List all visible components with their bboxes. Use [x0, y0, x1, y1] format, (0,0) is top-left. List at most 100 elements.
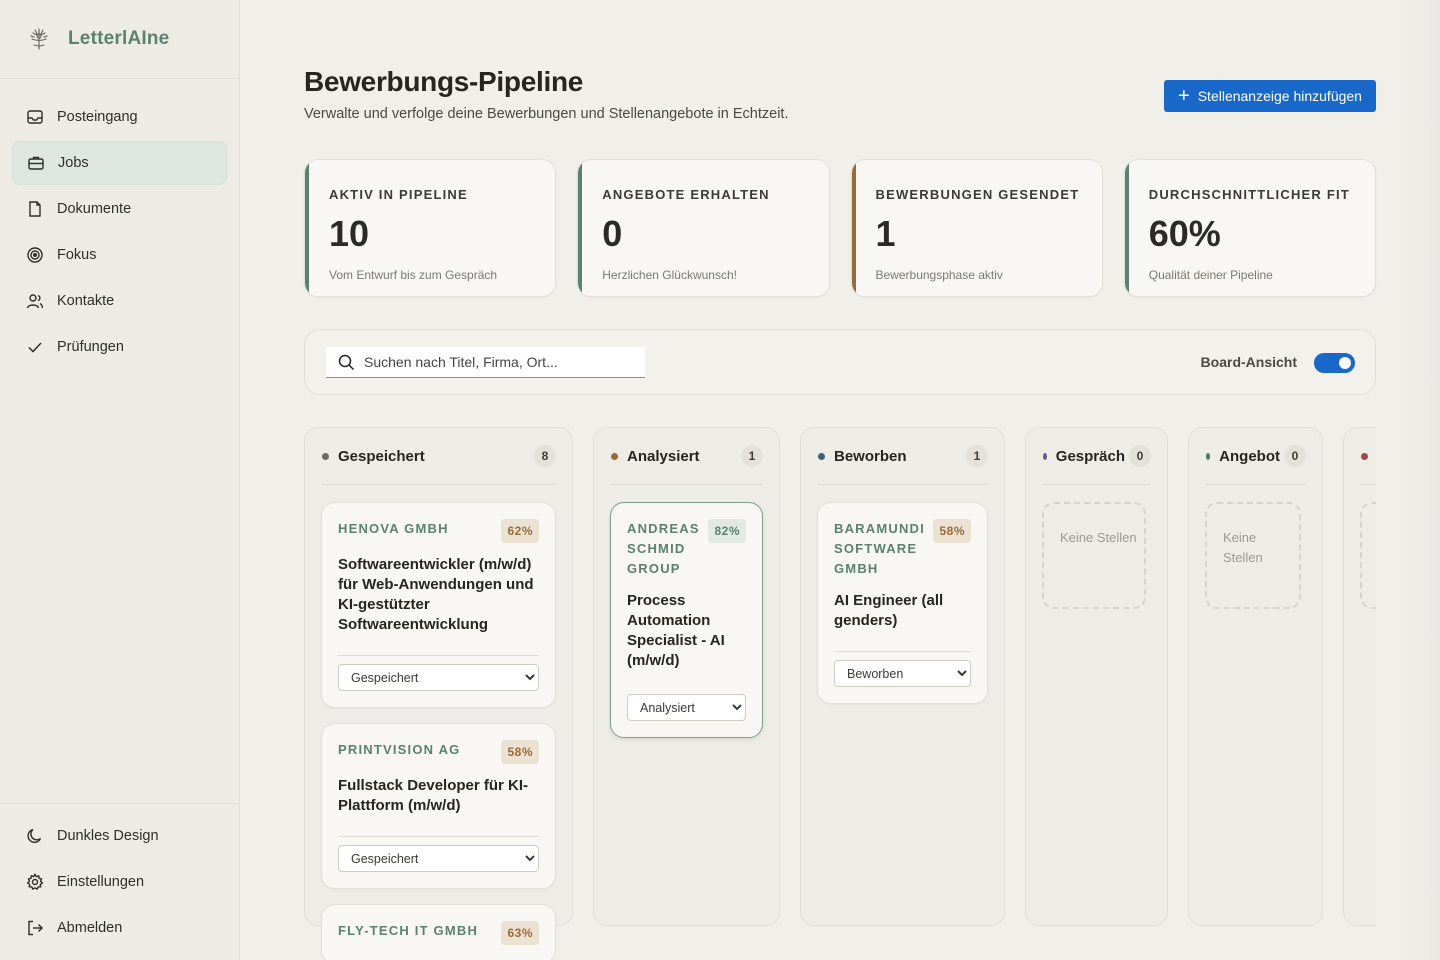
- job-title: Softwareentwickler (m/w/d) für Web-Anwen…: [338, 556, 534, 633]
- stat-card-fit: DURCHSCHNITTLICHER FIT 60% Qualität dein…: [1123, 159, 1376, 297]
- sidebar-item-posteingang[interactable]: Posteingang: [12, 95, 227, 139]
- sidebar-item-fokus[interactable]: Fokus: [12, 233, 227, 277]
- stat-card-active: AKTIV IN PIPELINE 10 Vom Entwurf bis zum…: [304, 159, 557, 297]
- stat-value: 1: [875, 213, 896, 254]
- stat-card-offers: ANGEBOTE ERHALTEN 0 Herzlichen Glückwuns…: [577, 159, 830, 297]
- sidebar-item-jobs[interactable]: Jobs: [12, 141, 227, 185]
- stat-hint: Vom Entwurf bis zum Gespräch: [329, 268, 498, 282]
- stat-hint: Bewerbungsphase aktiv: [875, 268, 1003, 282]
- column-count: 0: [1129, 445, 1151, 467]
- sidebar-item-label: Dokumente: [57, 201, 132, 217]
- moon-icon: [26, 827, 44, 845]
- company-name: BARAMUNDI SOFTWARE GMBH: [834, 521, 925, 576]
- target-icon: [26, 246, 44, 264]
- sidebar-item-label: Einstellungen: [57, 874, 145, 890]
- column-analysiert: Analysiert 1 ANDREAS SCHMID GROUP 82% Pr…: [593, 427, 780, 926]
- stat-label: BEWERBUNGEN GESENDET: [875, 187, 1080, 202]
- column-name: Analysiert: [627, 447, 700, 465]
- company-name: HENOVA GMBH: [338, 521, 449, 536]
- job-card[interactable]: PRINTVISION AG 58% Fullstack Developer f…: [321, 723, 556, 889]
- stats-row: AKTIV IN PIPELINE 10 Vom Entwurf bis zum…: [304, 159, 1376, 297]
- column-header: Analysiert 1: [610, 428, 763, 485]
- main-content: Bewerbungs-Pipeline Verwalte und verfolg…: [304, 0, 1376, 960]
- stat-value: 0: [602, 213, 623, 254]
- plus-icon: +: [1178, 85, 1190, 107]
- status-select[interactable]: Gespeichert: [338, 664, 539, 691]
- stat-value: 10: [329, 213, 370, 254]
- add-job-button[interactable]: + Stellenanzeige hinzufügen: [1164, 80, 1376, 112]
- column-name: Beworben: [834, 447, 907, 465]
- stat-accent-bar: [1124, 160, 1129, 296]
- app-name: LetterlAIne: [68, 28, 170, 49]
- sidebar-item-label: Dunkles Design: [57, 828, 159, 844]
- board-view-toggle[interactable]: [1314, 353, 1355, 373]
- empty-placeholder: Keine Stellen: [1205, 502, 1301, 609]
- sidebar-item-kontakte[interactable]: Kontakte: [12, 279, 227, 323]
- sidebar-item-label: Fokus: [57, 247, 97, 263]
- status-select[interactable]: Analysiert: [627, 694, 746, 721]
- job-card[interactable]: FLY-TECH IT GMBH 63%: [321, 904, 556, 960]
- sidebar-item-dokumente[interactable]: Dokumente: [12, 187, 227, 231]
- briefcase-icon: [27, 154, 45, 172]
- column-gespeichert: Gespeichert 8 HENOVA GMBH 62% Softwareen…: [304, 427, 573, 960]
- company-name: PRINTVISION AG: [338, 742, 461, 757]
- column-header: [1360, 428, 1376, 485]
- logout-button[interactable]: Abmelden: [12, 906, 227, 950]
- column-dot: [1043, 452, 1047, 460]
- sidebar-item-label: Abmelden: [57, 920, 123, 936]
- add-job-label: Stellenanzeige hinzufügen: [1197, 88, 1362, 104]
- stat-accent-bar: [578, 160, 583, 296]
- status-select[interactable]: Beworben: [834, 660, 971, 687]
- stat-label: AKTIV IN PIPELINE: [329, 187, 468, 202]
- sidebar-item-label: Prüfungen: [57, 339, 124, 355]
- edge-shadow: [1400, 0, 1440, 960]
- logo-icon: [30, 28, 48, 50]
- job-title: Process Automation Specialist - AI (m/w/…: [627, 592, 725, 669]
- filter-bar: Board-Ansicht: [304, 329, 1376, 395]
- column-name: Angebot: [1219, 447, 1280, 465]
- job-title: Fullstack Developer für KI-Plattform (m/…: [338, 777, 529, 814]
- column-angebot: Angebot 0 Keine Stellen: [1188, 427, 1323, 926]
- stat-card-sent: BEWERBUNGEN GESENDET 1 Bewerbungsphase a…: [850, 159, 1103, 297]
- kanban-board: Gespeichert 8 HENOVA GMBH 62% Softwareen…: [304, 427, 1376, 960]
- job-card[interactable]: ANDREAS SCHMID GROUP 82% Process Automat…: [610, 502, 763, 738]
- column-name: Gespeichert: [338, 447, 425, 465]
- search-icon: [338, 354, 355, 370]
- column-dot: [818, 452, 825, 460]
- inbox-icon: [26, 108, 44, 126]
- column-count: 8: [534, 445, 556, 467]
- search-input[interactable]: [364, 354, 634, 370]
- stat-hint: Herzlichen Glückwunsch!: [602, 268, 737, 282]
- column-beworben: Beworben 1 BARAMUNDI SOFTWARE GMBH 58% A…: [800, 427, 1005, 926]
- column-count: 1: [966, 445, 988, 467]
- sidebar-item-label: Jobs: [58, 155, 89, 171]
- status-select[interactable]: Gespeichert: [338, 845, 539, 872]
- fit-badge: 63%: [501, 921, 539, 945]
- column-header: Gespeichert 8: [321, 428, 556, 485]
- sidebar-bottom: Dunkles Design Einstellungen Abmelden: [0, 803, 239, 960]
- column-name: Gespräch: [1055, 447, 1125, 465]
- board-view-label: Board-Ansicht: [1200, 354, 1297, 370]
- column-header: Beworben 1: [817, 428, 988, 485]
- page-title: Bewerbungs-Pipeline: [304, 66, 584, 97]
- sidebar-item-label: Kontakte: [57, 293, 115, 309]
- column-header: Angebot 0: [1205, 428, 1306, 485]
- search-box: [326, 347, 645, 378]
- stat-accent-bar: [305, 160, 309, 296]
- empty-placeholder: [1360, 502, 1376, 609]
- column-count: 1: [741, 445, 763, 467]
- sidebar-item-pruefungen[interactable]: Prüfungen: [12, 325, 227, 369]
- job-card[interactable]: HENOVA GMBH 62% Softwareentwickler (m/w/…: [321, 502, 556, 708]
- dark-mode-toggle[interactable]: Dunkles Design: [12, 814, 227, 858]
- job-card[interactable]: BARAMUNDI SOFTWARE GMBH 58% AI Engineer …: [817, 502, 988, 704]
- column-dot: [322, 452, 329, 460]
- job-title: AI Engineer (all genders): [834, 592, 944, 629]
- stat-accent-bar: [851, 160, 856, 296]
- gear-icon: [26, 873, 44, 891]
- empty-placeholder: Keine Stellen: [1042, 502, 1146, 609]
- stat-hint: Qualität deiner Pipeline: [1148, 268, 1273, 282]
- settings-button[interactable]: Einstellungen: [12, 860, 227, 904]
- sidebar-item-label: Posteingang: [57, 109, 138, 125]
- column-dot: [1361, 452, 1368, 460]
- stat-label: DURCHSCHNITTLICHER FIT: [1148, 187, 1350, 202]
